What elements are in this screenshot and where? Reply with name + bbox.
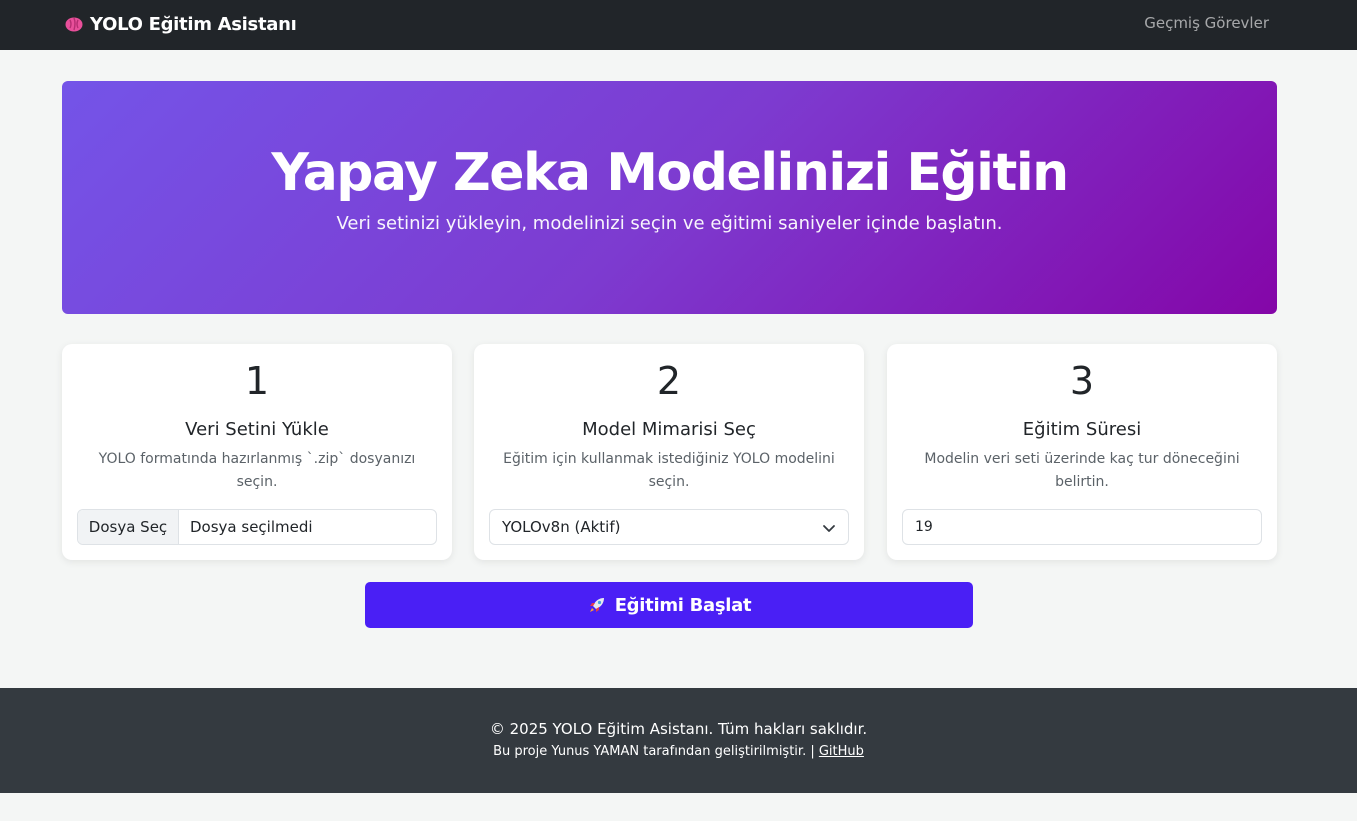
epochs-input[interactable]: 19 <box>902 509 1262 545</box>
footer-credit-text: Bu proje Yunus YAMAN tarafından geliştir… <box>493 744 815 759</box>
step-number: 1 <box>244 359 270 403</box>
hero-banner: Yapay Zeka Modelinizi Eğitin Veri setini… <box>62 81 1277 314</box>
selected-model: YOLOv8n (Aktif) <box>502 518 621 536</box>
card-description: Modelin veri seti üzerinde kaç tur dönec… <box>924 451 1240 490</box>
card-title: Model Mimarisi Seç <box>582 419 756 440</box>
training-duration-card: 3 Eğitim Süresi Modelin veri seti üzerin… <box>887 344 1277 560</box>
footer-copyright: © 2025 YOLO Eğitim Asistanı. Tüm hakları… <box>489 720 868 738</box>
model-select[interactable]: YOLOv8n (Aktif) <box>489 509 849 545</box>
footer: © 2025 YOLO Eğitim Asistanı. Tüm hakları… <box>0 688 1357 793</box>
hero-subtitle: Veri setinizi yükleyin, modelinizi seçin… <box>336 213 1003 234</box>
footer-credit: Bu proje Yunus YAMAN tarafından geliştir… <box>0 743 1357 760</box>
file-status: Dosya seçilmedi <box>190 518 313 536</box>
card-description: YOLO formatında hazırlanmış `.zip` dosya… <box>98 451 416 490</box>
choose-file-button[interactable]: Dosya Seç <box>78 510 179 544</box>
card-title: Veri Setini Yükle <box>185 419 329 440</box>
hero-title: Yapay Zeka Modelinizi Eğitin <box>271 143 1069 203</box>
navbar: YOLO Eğitim Asistanı Geçmiş Görevler <box>0 0 1357 50</box>
start-training-label: Eğitimi Başlat <box>614 594 752 616</box>
rocket-icon <box>589 598 604 612</box>
card-description: Eğitim için kullanmak istediğiniz YOLO m… <box>503 451 835 490</box>
step-number: 3 <box>1069 359 1095 403</box>
github-link[interactable]: GitHub <box>819 744 864 759</box>
chevron-down-icon <box>823 525 835 532</box>
step-number: 2 <box>656 359 682 403</box>
card-title: Eğitim Süresi <box>1022 419 1142 440</box>
dataset-file-input[interactable]: Dosya Seç Dosya seçilmedi <box>77 509 437 545</box>
upload-dataset-card: 1 Veri Setini Yükle YOLO formatında hazı… <box>62 344 452 560</box>
brain-icon <box>65 17 83 32</box>
brand-link[interactable]: YOLO Eğitim Asistanı <box>64 12 297 36</box>
history-link[interactable]: Geçmiş Görevler <box>1144 14 1269 32</box>
brand-name: YOLO Eğitim Asistanı <box>90 13 297 35</box>
start-training-button[interactable]: Eğitimi Başlat <box>365 582 973 628</box>
model-architecture-card: 2 Model Mimarisi Seç Eğitim için kullanm… <box>474 344 864 560</box>
